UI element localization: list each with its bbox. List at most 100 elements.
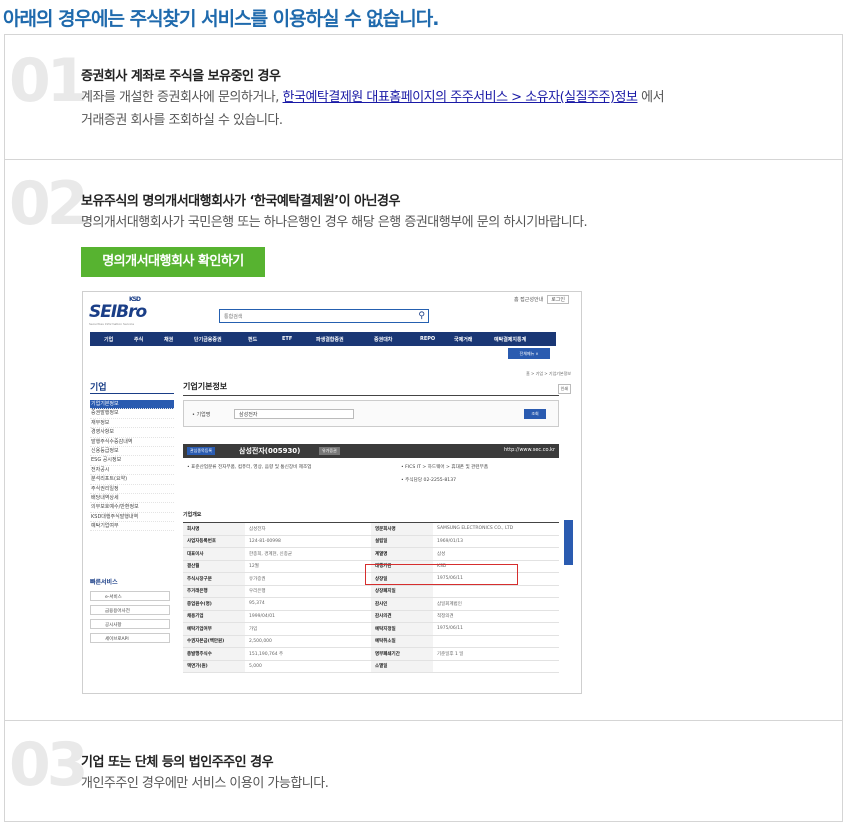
quick-item: 공시사항 — [90, 619, 170, 629]
search-label: • 기업명 — [192, 412, 211, 418]
table-row: 회사명 삼성전자 영문회사명 SAMSUNG ELECTRONICS CO., LTD — [183, 522, 559, 536]
table-value-cell: 5,000 — [245, 660, 371, 673]
left-menu-item: 재무정보 — [90, 419, 174, 429]
table-row: 종업원수(명) 95,374 감사인 삼일회계법인 — [183, 597, 559, 611]
table-row: 대표이사 한종희, 경계현, 신종균 계열명 삼성 — [183, 547, 559, 561]
table-header-cell: 소멸일 — [371, 660, 433, 673]
desc-prefix: 계좌를 개설한 증권회사에 문의하거나, — [81, 90, 279, 105]
quick-item: 세이브로API — [90, 633, 170, 643]
agent-highlight-box — [365, 564, 518, 585]
table-row: 채용기업 1999/04/01 감사의견 적정의견 — [183, 610, 559, 623]
table-value-cell: 유가증권 — [245, 572, 371, 586]
desc-line2: 거래증권 회사를 조회하실 수 있습니다. — [81, 113, 283, 128]
side-tab — [564, 520, 573, 565]
ksd-shareholder-link[interactable]: 한국예탁결제원 대표홈페이지의 주주서비스 > 소유자(실질주주)정보 — [283, 90, 638, 105]
table-value-cell: 한종희, 경계현, 신종균 — [245, 547, 371, 561]
table-header-cell: 종업원수(명) — [183, 597, 245, 611]
section-description: 개인주주인 경우에만 서비스 이용이 가능합니다. — [81, 776, 329, 791]
table-header-cell: 영문회사명 — [371, 522, 433, 536]
section-heading: 보유주식의 명의개서대행회사가 ‘한국예탁결제원’이 아닌경우 — [81, 194, 400, 209]
section-heading: 증권회사 계좌로 주식을 보유중인 경우 — [81, 69, 281, 84]
company-name: 삼성전자(005930) — [239, 447, 301, 455]
nav-item: 주식 — [134, 337, 144, 343]
table-value-cell: 1999/04/01 — [245, 610, 371, 623]
table-row: 총발행주식수 151,190,764 주 명부폐쇄기간 기준일후 1 일 — [183, 647, 559, 661]
table-header-cell: 예탁기업여부 — [183, 622, 245, 636]
table-value-cell: 우리은행 — [245, 585, 371, 598]
market-tag: 유가증권 — [319, 447, 340, 455]
left-menu-item: 전자공시 — [90, 466, 174, 476]
table-value-cell — [433, 585, 559, 598]
table-header-cell: 총발행주식수 — [183, 647, 245, 661]
left-menu: 기업기본정보 증권발행정보 재무정보 경영사항보 발행주식수증감내역 신용등급정… — [90, 400, 174, 532]
table-value-cell: 95,374 — [245, 597, 371, 611]
desc-suffix: 에서 — [641, 90, 665, 105]
table-header-cell: 액면가(원) — [183, 660, 245, 673]
table-header-cell: 감사인 — [371, 597, 433, 611]
section-number: 03 — [9, 730, 88, 800]
table-row: 사업자등록번호 124-81-00998 설립일 1969/01/13 — [183, 535, 559, 548]
quick-service-title: 빠른서비스 — [90, 579, 118, 586]
section-description: 명의개서대행회사가 국민은행 또는 하나은행인 경우 해당 은행 증권대행부에 … — [81, 215, 588, 230]
nav-item: 채권 — [164, 337, 174, 343]
nav-item: 파생결합증권 — [316, 337, 344, 343]
table-header-cell: 주거래은행 — [183, 585, 245, 598]
search-placeholder: 통합검색 — [224, 314, 243, 320]
integrated-search: 통합검색 ⚲ — [219, 309, 429, 323]
table-value-cell: 가입 — [245, 622, 371, 636]
top-links-text: 홈 접근성안내 — [513, 297, 544, 303]
left-menu-item: 신용등급정보 — [90, 447, 174, 457]
left-menu-item: 분석리포트(요약) — [90, 475, 174, 485]
table-value-cell: 124-81-00998 — [245, 535, 371, 548]
table-value-cell — [433, 635, 559, 648]
table-header-cell: 상장폐지일 — [371, 585, 433, 598]
table-value-cell: 삼일회계법인 — [433, 597, 559, 611]
main-nav: 기업 주식 채권 단기금융증권 펀드 ETF 파생결합증권 증권대차 REPO … — [90, 332, 556, 346]
left-menu-item: KSD대행주식발행내역 — [90, 513, 174, 523]
table-value-cell: 1969/01/13 — [433, 535, 559, 548]
nav-item: 펀드 — [248, 337, 258, 343]
top-links: 홈 접근성안내 로그인 — [514, 295, 569, 304]
table-header-cell: 대표이사 — [183, 547, 245, 561]
table-row: 주거래은행 우리은행 상장폐지일 — [183, 585, 559, 598]
table-value-cell: 12월 — [245, 560, 371, 573]
table-value-cell: 적정의견 — [433, 610, 559, 623]
info-fics: • FICS IT > 하드웨어 > 휴대폰 및 관련부품 — [401, 465, 489, 470]
breadcrumb: 홈 > 기업 > 기업기본정보 — [526, 371, 571, 376]
all-menu-button: 전체메뉴 ∨ — [508, 348, 550, 359]
info-industry: • 표준산업분류 전자부품, 컴퓨터, 영상, 음향 및 통신장비 제조업 — [187, 465, 312, 470]
seibro-screenshot: 홈 접근성안내 로그인 SEIBro KSD Securities Informati… — [82, 291, 582, 694]
logo-subtitle: Securities Information Service — [89, 322, 135, 326]
ksd-logo: KSD — [129, 296, 141, 303]
quick-item: 금융용어사전 — [90, 605, 170, 615]
company-header: 관심종목등록 삼성전자(005930) 유가증권 http://www.sec.… — [183, 444, 559, 458]
left-menu-item: 발행주식수증감내역 — [90, 438, 174, 447]
company-url: http://www.sec.co.kr — [504, 447, 555, 453]
table-value-cell: 삼성전자 — [245, 522, 371, 536]
login-button: 로그인 — [547, 295, 569, 304]
info-contact: • 주식담당 02-2255-8137 — [401, 478, 457, 483]
section-heading: 기업 또는 단체 등의 법인주주인 경우 — [81, 755, 274, 770]
section-description: 계좌를 개설한 증권회사에 문의하거나, 한국예탁결제원 대표홈페이지의 주주서… — [81, 86, 665, 132]
left-menu-item: 의무보호예수/반환정보 — [90, 503, 174, 513]
table-header-cell: 감사의견 — [371, 610, 433, 623]
quick-item: e-서비스 — [90, 591, 170, 601]
left-menu-item: 증권발행정보 — [90, 409, 174, 419]
check-transfer-agent-button[interactable]: 명의개서대행회사 확인하기 — [81, 247, 265, 277]
company-overview-table: 회사명 삼성전자 영문회사명 SAMSUNG ELECTRONICS CO., LTD… — [183, 522, 559, 673]
print-button: 인쇄 — [557, 384, 571, 394]
nav-item: 예탁결제지통계 — [494, 337, 527, 343]
section-number: 02 — [9, 169, 88, 239]
main-title: 기업기본정보 — [183, 382, 228, 391]
table-header-cell: 회사명 — [183, 522, 245, 536]
section-01: 01 증권회사 계좌로 주식을 보유중인 경우 계좌를 개설한 증권회사에 문의… — [4, 34, 843, 160]
company-info: • 표준산업분류 전자부품, 컴퓨터, 영상, 음향 및 통신장비 제조업 • … — [183, 460, 559, 492]
left-menu-item: 주식권리일정 — [90, 485, 174, 494]
company-input: 삼성전자 — [234, 409, 354, 419]
table-header-cell: 예탁취소일 — [371, 635, 433, 648]
main-divider — [183, 395, 559, 396]
nav-item: ETF — [282, 336, 293, 342]
nav-item: 기업 — [104, 337, 114, 343]
table-value-cell: 2,500,000 — [245, 635, 371, 648]
table-header-cell: 수권자본금(백만원) — [183, 635, 245, 648]
